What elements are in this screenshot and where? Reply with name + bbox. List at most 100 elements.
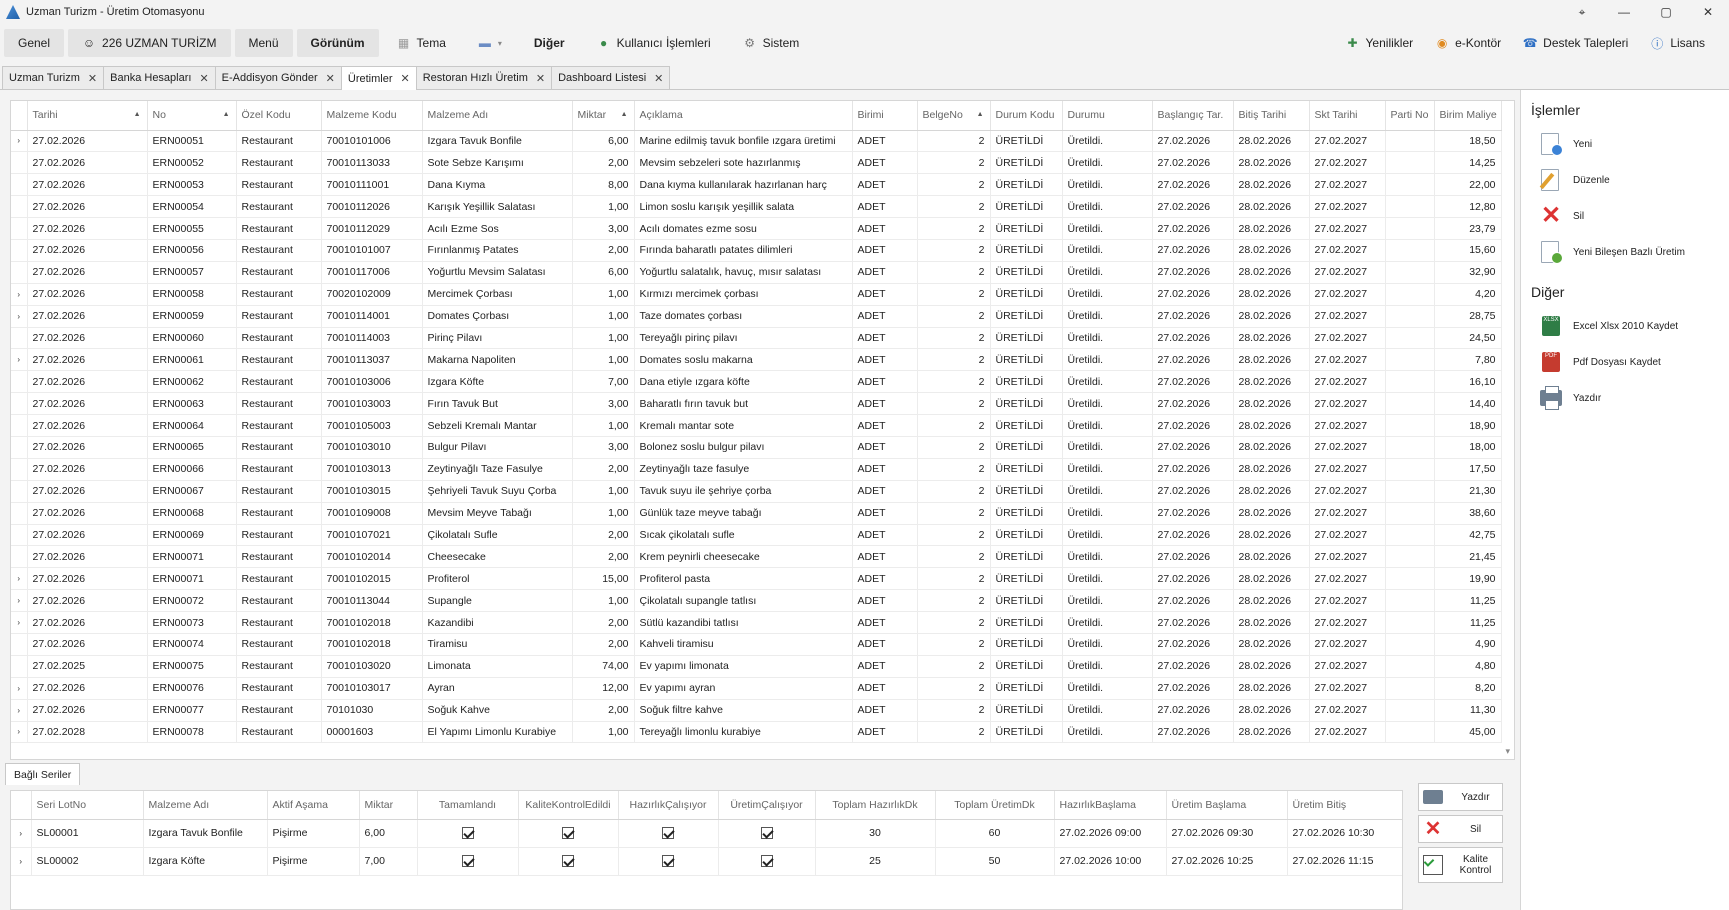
cell-parti[interactable] bbox=[1385, 699, 1435, 722]
cell-miktar[interactable]: 1,00 bbox=[572, 721, 635, 744]
cell-durumKodu[interactable]: ÜRETİLDİ bbox=[990, 436, 1063, 459]
cell-bas[interactable]: 27.02.2026 bbox=[1152, 458, 1234, 481]
close-icon[interactable]: ✕ bbox=[536, 72, 545, 85]
cell-birim[interactable]: ADET bbox=[852, 436, 918, 459]
cell-miktar[interactable]: 2,00 bbox=[572, 611, 635, 634]
cell-kod[interactable]: 70010103017 bbox=[321, 677, 423, 700]
cell-kod[interactable]: 70010103006 bbox=[321, 370, 423, 394]
cell-belge[interactable]: 2 bbox=[917, 458, 991, 481]
cell-ad[interactable]: Soğuk Kahve bbox=[422, 699, 573, 722]
cell-ad[interactable]: Sebzeli Kremalı Mantar bbox=[422, 414, 573, 437]
tab-banka-hesaplari[interactable]: Banka Hesapları ✕ bbox=[103, 66, 216, 89]
cell-no[interactable]: ERN00077 bbox=[147, 699, 237, 722]
cell-bas[interactable]: 27.02.2026 bbox=[1152, 261, 1234, 284]
cell-bas[interactable]: 27.02.2026 bbox=[1152, 524, 1234, 547]
row-expand-icon[interactable] bbox=[11, 502, 28, 525]
cell-bas[interactable]: 27.02.2026 bbox=[1152, 436, 1234, 459]
cell-ubas[interactable]: 27.02.2026 10:25 bbox=[1166, 847, 1288, 876]
cell-ozel[interactable]: Restaurant bbox=[236, 524, 322, 547]
series-row[interactable]: › SL00002 Izgara Köfte Pişirme 7,00 25 50 27.02… bbox=[11, 847, 1402, 876]
cell-hbas[interactable]: 27.02.2026 10:00 bbox=[1054, 847, 1167, 876]
cell-durum[interactable]: Üretildi. bbox=[1062, 633, 1153, 656]
cell-birim[interactable]: ADET bbox=[852, 545, 918, 569]
cell-maliyet[interactable]: 18,90 bbox=[1434, 414, 1502, 437]
cell-birim[interactable]: ADET bbox=[852, 677, 918, 700]
col-header[interactable]: Malzeme Adı bbox=[422, 101, 573, 131]
menu-tema[interactable]: ▦ Tema bbox=[383, 29, 460, 57]
cell-durum[interactable]: Üretildi. bbox=[1062, 414, 1153, 437]
cell-birim[interactable]: ADET bbox=[852, 567, 918, 591]
cell-belge[interactable]: 2 bbox=[917, 480, 991, 503]
cell-parti[interactable] bbox=[1385, 283, 1435, 306]
cell-no[interactable]: ERN00064 bbox=[147, 414, 237, 437]
cell-skt[interactable]: 27.02.2027 bbox=[1309, 524, 1386, 547]
cell-tamam[interactable] bbox=[417, 847, 519, 876]
cell-kod[interactable]: 70010103010 bbox=[321, 436, 423, 459]
cell-maliyet[interactable]: 4,80 bbox=[1434, 655, 1502, 678]
cell-tarih[interactable]: 27.02.2028 bbox=[27, 721, 148, 744]
cell-durumKodu[interactable]: ÜRETİLDİ bbox=[990, 283, 1063, 306]
row-expand-icon[interactable]: › bbox=[11, 589, 28, 613]
cell-parti[interactable] bbox=[1385, 239, 1435, 262]
table-row[interactable]: 27.02.2026 ERN00062 Restaurant 70010103006 I… bbox=[11, 370, 1502, 394]
cell-ozel[interactable]: Restaurant bbox=[236, 327, 322, 350]
cell-durum[interactable]: Üretildi. bbox=[1062, 436, 1153, 459]
cell-parti[interactable] bbox=[1385, 589, 1435, 613]
table-row[interactable]: › 27.02.2026 ERN00073 Restaurant 70010102018… bbox=[11, 611, 1502, 634]
cell-turetim[interactable]: 60 bbox=[935, 819, 1055, 848]
cell-bas[interactable]: 27.02.2026 bbox=[1152, 502, 1234, 525]
row-expand-icon[interactable]: › bbox=[11, 348, 28, 372]
cell-ad[interactable]: Izgara Tavuk Bonfile bbox=[422, 130, 573, 153]
cell-bit[interactable]: 28.02.2026 bbox=[1233, 130, 1310, 153]
cell-bas[interactable]: 27.02.2026 bbox=[1152, 370, 1234, 394]
cell-durum[interactable]: Üretildi. bbox=[1062, 480, 1153, 503]
cell-parti[interactable] bbox=[1385, 261, 1435, 284]
row-expand-icon[interactable]: › bbox=[11, 567, 28, 591]
cell-ad[interactable]: Karışık Yeşillik Salatası bbox=[422, 195, 573, 219]
edit-button[interactable]: Düzenle bbox=[1521, 162, 1729, 198]
cell-durum[interactable]: Üretildi. bbox=[1062, 699, 1153, 722]
cell-ad[interactable]: Izgara Köfte bbox=[422, 370, 573, 394]
table-row[interactable]: 27.02.2026 ERN00055 Restaurant 70010112029 A… bbox=[11, 217, 1502, 240]
cell-skt[interactable]: 27.02.2027 bbox=[1309, 283, 1386, 306]
row-expand-icon[interactable] bbox=[11, 261, 28, 284]
pin-icon[interactable]: ⌖ bbox=[1561, 0, 1603, 24]
cell-hazirlik[interactable] bbox=[618, 847, 719, 876]
col-header[interactable]: Aktif Aşama bbox=[267, 791, 360, 820]
cell-ad[interactable]: Fırın Tavuk But bbox=[422, 392, 573, 416]
cell-ad[interactable]: Cheesecake bbox=[422, 545, 573, 569]
menu-gorunum[interactable]: Görünüm bbox=[296, 29, 379, 57]
col-header[interactable]: Açıklama bbox=[634, 101, 853, 131]
cell-belge[interactable]: 2 bbox=[917, 392, 991, 416]
cell-birim[interactable]: ADET bbox=[852, 524, 918, 547]
cell-belge[interactable]: 2 bbox=[917, 130, 991, 153]
cell-maliyet[interactable]: 8,20 bbox=[1434, 677, 1502, 700]
cell-skt[interactable]: 27.02.2027 bbox=[1309, 239, 1386, 262]
cell-belge[interactable]: 2 bbox=[917, 173, 991, 197]
cell-aciklama[interactable]: Marine edilmiş tavuk bonfile ızgara üret… bbox=[634, 130, 853, 153]
cell-parti[interactable] bbox=[1385, 305, 1435, 328]
cell-birim[interactable]: ADET bbox=[852, 283, 918, 306]
cell-ad[interactable]: Fırınlanmış Patates bbox=[422, 239, 573, 262]
table-row[interactable]: 27.02.2026 ERN00067 Restaurant 70010103015 Ş… bbox=[11, 480, 1502, 503]
cell-uretim[interactable] bbox=[718, 847, 816, 876]
cell-tarih[interactable]: 27.02.2026 bbox=[27, 151, 148, 175]
cell-skt[interactable]: 27.02.2027 bbox=[1309, 348, 1386, 372]
cell-bit[interactable]: 28.02.2026 bbox=[1233, 392, 1310, 416]
cell-miktar[interactable]: 1,00 bbox=[572, 480, 635, 503]
cell-durum[interactable]: Üretildi. bbox=[1062, 173, 1153, 197]
menu-ekontor[interactable]: ◉ e-Kontör bbox=[1431, 29, 1505, 57]
cell-kod[interactable]: 70010109008 bbox=[321, 502, 423, 525]
row-expand-icon[interactable] bbox=[11, 458, 28, 481]
cell-aciklama[interactable]: Kremalı mantar sote bbox=[634, 414, 853, 437]
col-header[interactable]: Parti No bbox=[1385, 101, 1435, 131]
cell-kod[interactable]: 70010113033 bbox=[321, 151, 423, 175]
col-header[interactable]: Üretim Başlama bbox=[1166, 791, 1288, 820]
cell-bit[interactable]: 28.02.2026 bbox=[1233, 721, 1310, 744]
cell-no[interactable]: ERN00068 bbox=[147, 502, 237, 525]
cell-parti[interactable] bbox=[1385, 130, 1435, 153]
cell-parti[interactable] bbox=[1385, 545, 1435, 569]
cell-bit[interactable]: 28.02.2026 bbox=[1233, 589, 1310, 613]
cell-parti[interactable] bbox=[1385, 567, 1435, 591]
cell-ad[interactable]: Izgara Köfte bbox=[143, 847, 268, 876]
